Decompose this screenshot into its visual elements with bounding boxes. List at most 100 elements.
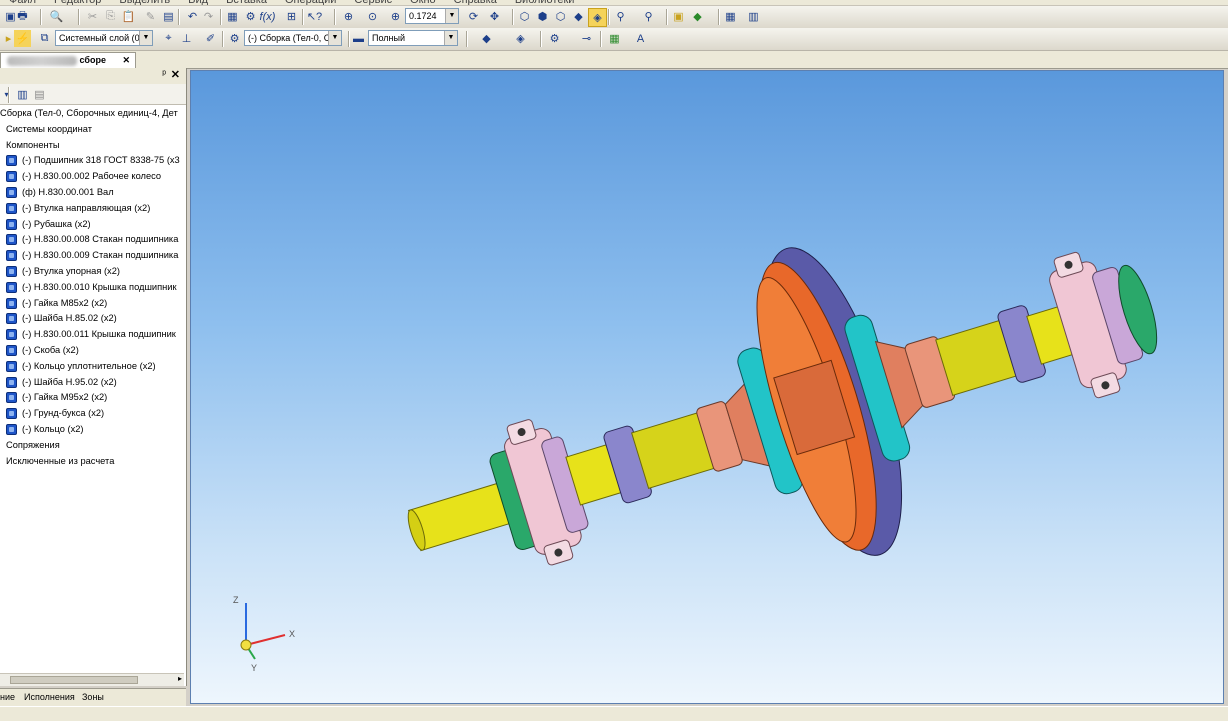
arrow-right-icon[interactable]: ▸ <box>178 674 182 683</box>
manager-icon[interactable]: ▦ <box>722 8 739 25</box>
layer-select[interactable]: Системный слой (0) ▼ <box>55 30 153 46</box>
tree-node[interactable]: Сопряжения <box>0 438 184 454</box>
zoom-value-select[interactable]: 0.1724 ▼ <box>405 8 459 24</box>
tree-node-label: (-) Шайба Н.85.02 (x2) <box>22 313 117 324</box>
tree-icon[interactable]: ▦ <box>224 8 241 25</box>
filter-icon[interactable]: ⚲ <box>612 8 629 25</box>
context-icon[interactable]: ⚙ <box>226 30 243 47</box>
undo-icon[interactable]: ↶ <box>184 8 201 25</box>
halftone-icon[interactable]: ◆ <box>570 8 587 25</box>
tree-node[interactable]: (-) Гайка М95x2 (x2) <box>0 390 184 406</box>
tree-node[interactable]: (-) Н.830.00.008 Стакан подшипника <box>0 232 184 248</box>
select-filter-icon[interactable]: ⚲ <box>640 8 657 25</box>
pan-icon[interactable]: ✥ <box>486 8 503 25</box>
tree-node[interactable]: Исключенные из расчета <box>0 454 184 470</box>
copy-icon[interactable]: ⎘ <box>102 8 119 25</box>
tree-node[interactable]: (-) Н.830.00.011 Крышка подшипник <box>0 327 184 343</box>
tree-node-label: Системы координат <box>6 123 92 134</box>
style-icon[interactable]: ▬ <box>350 30 367 47</box>
hidden-lines-icon[interactable]: ⬢ <box>534 8 551 25</box>
text-icon[interactable]: A <box>632 30 649 47</box>
tree-node-label: (-) Гайка М95x2 (x2) <box>22 392 108 403</box>
document-tab[interactable]: сборе ✕ <box>0 52 136 68</box>
tab-zones[interactable]: Зоны <box>82 692 104 702</box>
tree-node[interactable]: (-) Рубашка (x2) <box>0 217 184 233</box>
tree-node-label: (ф) Н.830.00.001 Вал <box>22 186 114 197</box>
zoom-icon[interactable]: ⊕ <box>387 8 404 25</box>
tree-node[interactable]: (-) Гайка М85x2 (x2) <box>0 296 184 312</box>
cut-icon[interactable]: ✂ <box>84 8 101 25</box>
tree-node[interactable]: (-) Грунд-букса (x2) <box>0 406 184 422</box>
tree-node[interactable]: (ф) Н.830.00.001 Вал <box>0 185 184 201</box>
3d-viewport[interactable]: Z X Y <box>190 70 1224 704</box>
tree-node[interactable]: (-) Кольцо (x2) <box>0 422 184 438</box>
axis-icon[interactable]: ⊥ <box>178 30 195 47</box>
pin-icon[interactable]: ᵖ <box>162 69 166 80</box>
wireframe-icon[interactable]: ⬡ <box>516 8 533 25</box>
tree-node[interactable]: Системы координат <box>0 122 184 138</box>
thin-lines-icon[interactable]: ⬡ <box>552 8 569 25</box>
local-cs-icon[interactable]: ⌖ <box>160 30 177 47</box>
zoom-window-icon[interactable]: ⊙ <box>364 8 381 25</box>
structure-icon[interactable]: ▤ <box>31 86 48 103</box>
print-icon[interactable]: 🖶 <box>14 8 31 25</box>
preview-icon[interactable]: 🔍 <box>48 8 65 25</box>
zoom-value: 0.1724 <box>409 11 437 21</box>
toolbar-separator <box>666 9 668 25</box>
grid-icon[interactable]: ▦ <box>606 30 623 47</box>
snap-settings-icon[interactable]: ⊸ <box>578 30 595 47</box>
color-icon[interactable]: ◆ <box>478 30 495 47</box>
tree-node[interactable]: Сборка (Тел-0, Сборочных единиц-4, Дет <box>0 106 184 122</box>
context-select[interactable]: (-) Сборка (Тел-0, С ▼ <box>244 30 342 46</box>
part-icon <box>6 392 17 404</box>
render-mode-select[interactable]: Полный ▼ <box>368 30 458 46</box>
close-icon[interactable]: ✕ <box>122 53 130 67</box>
properties-icon[interactable]: ▤ <box>160 8 177 25</box>
component-icon[interactable]: ▣ <box>670 8 687 25</box>
tab-executions[interactable]: Исполнения <box>24 692 75 702</box>
tree-node[interactable]: (-) Кольцо уплотнительное (x2) <box>0 359 184 375</box>
zoom-in-icon[interactable]: ⊕ <box>340 8 357 25</box>
measure-icon[interactable]: ⊞ <box>283 8 300 25</box>
shaded-icon[interactable]: ◈ <box>588 8 607 27</box>
rotate-icon[interactable]: ⟳ <box>465 8 482 25</box>
tree-node[interactable]: Компоненты <box>0 138 184 154</box>
sketch-icon[interactable]: ✐ <box>202 30 219 47</box>
vertical-scrollbar[interactable] <box>1224 70 1228 704</box>
close-icon[interactable]: ✕ <box>171 68 180 81</box>
insert-component-icon[interactable]: ◆ <box>689 8 706 25</box>
library-icon[interactable]: ⚙ <box>242 8 259 25</box>
layer-value: Системный слой (0) <box>59 33 143 43</box>
tree-node[interactable]: (-) Втулка направляющая (x2) <box>0 201 184 217</box>
tree-node[interactable]: (-) Скоба (x2) <box>0 343 184 359</box>
format-icon[interactable]: ✎ <box>142 8 159 25</box>
tree-node-label: Исключенные из расчета <box>6 455 115 466</box>
tree-node-label: (-) Н.830.00.011 Крышка подшипник <box>22 329 176 340</box>
spec-icon[interactable]: ▥ <box>745 8 762 25</box>
variables-icon[interactable]: f(x) <box>259 8 276 25</box>
horizontal-scrollbar[interactable]: ▸ <box>0 673 184 686</box>
tree-node-label: (-) Втулка направляющая (x2) <box>22 202 151 213</box>
panel-toolbar: ▾ ▥ ▤ <box>0 84 186 105</box>
parameters-icon[interactable]: ⚙ <box>546 30 563 47</box>
redo-icon[interactable]: ↷ <box>200 8 217 25</box>
tree-node[interactable]: (-) Шайба Н.85.02 (x2) <box>0 311 184 327</box>
tree-node[interactable]: (-) Шайба Н.95.02 (x2) <box>0 375 184 391</box>
tree-view-icon[interactable]: ▥ <box>14 86 31 103</box>
part-icon <box>6 266 17 278</box>
paste-icon[interactable]: 📋 <box>120 8 137 25</box>
tree-node[interactable]: (-) Н.830.00.002 Рабочее колесо <box>0 169 184 185</box>
tree-node[interactable]: (-) Втулка упорная (x2) <box>0 264 184 280</box>
tree-node[interactable]: (-) Подшипник 318 ГОСТ 8338-75 (x3 <box>0 153 184 169</box>
layers-icon[interactable]: ⧉ <box>36 30 53 47</box>
tree-node[interactable]: (-) Н.830.00.009 Стакан подшипника <box>0 248 184 264</box>
scrollbar-thumb[interactable] <box>10 676 138 684</box>
optics-icon[interactable]: ◈ <box>512 30 529 47</box>
tree-node[interactable]: (-) Н.830.00.010 Крышка подшипник <box>0 280 184 296</box>
tab-tree[interactable]: ние <box>0 692 15 702</box>
part-icon <box>6 408 17 420</box>
status-bar <box>0 706 1228 721</box>
snap-icon[interactable]: ⚡ <box>14 30 31 47</box>
help-cursor-icon[interactable]: ↖? <box>306 8 323 25</box>
part-icon <box>6 345 17 356</box>
